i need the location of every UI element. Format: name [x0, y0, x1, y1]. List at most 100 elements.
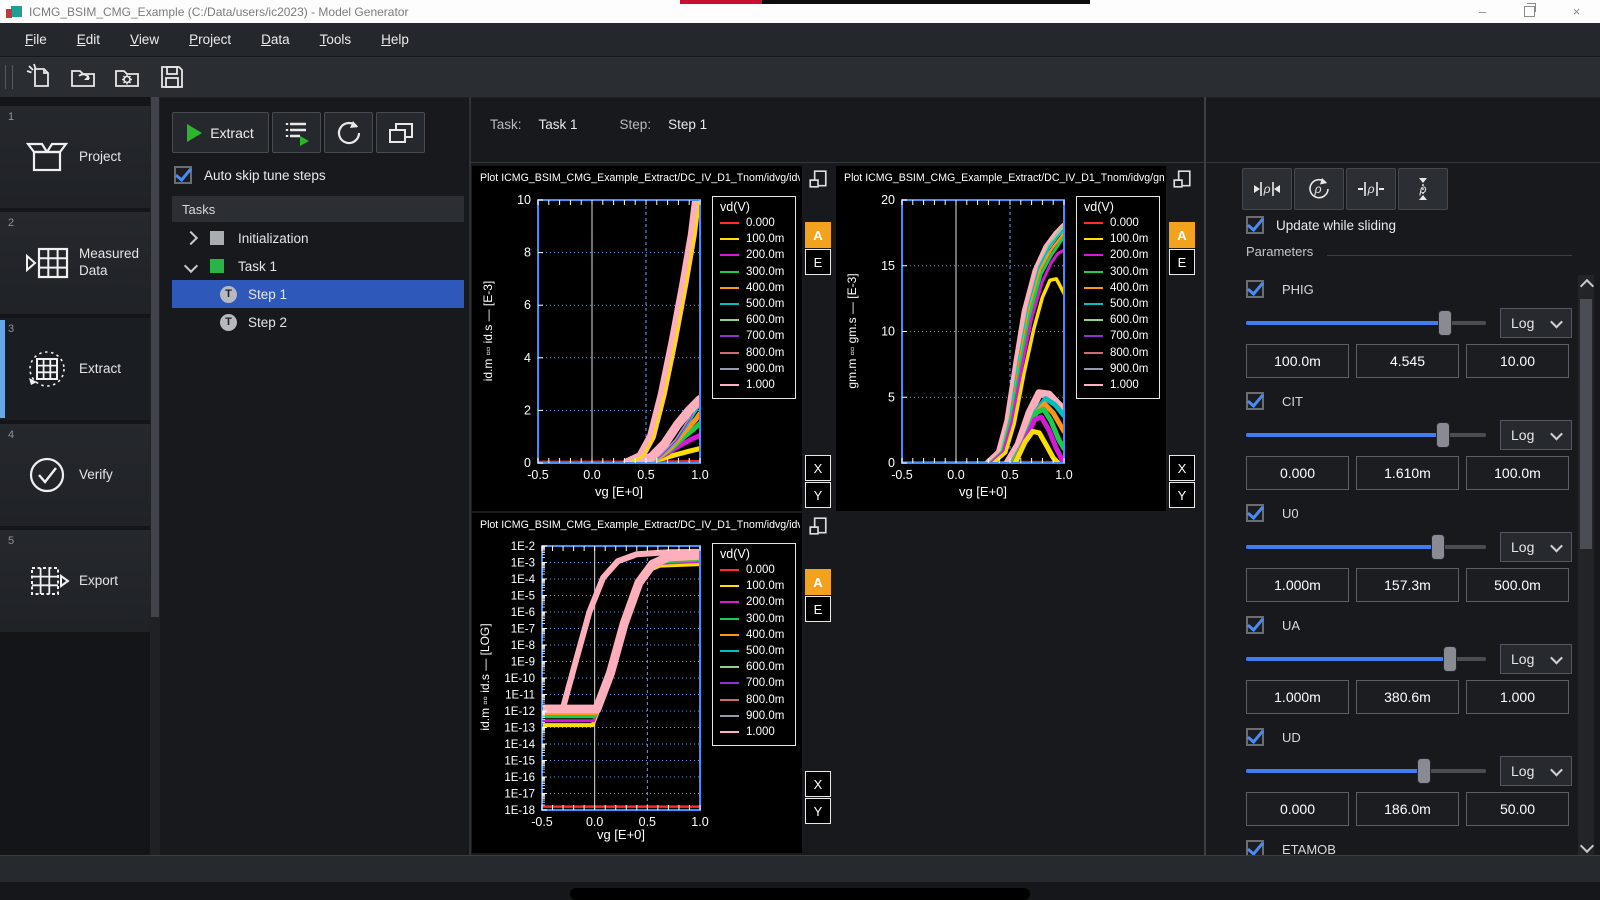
sidebar-item-extract[interactable]: 3 Extract: [0, 318, 150, 420]
menu-item-edit[interactable]: Edit: [62, 25, 115, 54]
scroll-up-icon[interactable]: [1580, 279, 1594, 293]
plot-expand-button[interactable]: [805, 166, 831, 192]
reset-parameter-button[interactable]: ρ: [1294, 168, 1344, 210]
max-value-field[interactable]: 50.00: [1466, 792, 1569, 826]
chevron-right-icon[interactable]: [184, 231, 198, 245]
min-value-field[interactable]: 100.0m: [1246, 344, 1349, 378]
slider-handle[interactable]: [1443, 646, 1457, 672]
chevron-down-icon[interactable]: [184, 259, 198, 273]
menu-item-file[interactable]: File: [10, 25, 62, 54]
scale-select[interactable]: Log: [1500, 756, 1572, 786]
divider: [470, 162, 1600, 163]
scale-select[interactable]: Log: [1500, 308, 1572, 338]
parameters-scrollbar[interactable]: [1578, 275, 1594, 855]
parameter-slider[interactable]: [1246, 646, 1486, 672]
sidebar-scrollbar[interactable]: [150, 97, 160, 855]
max-value-field[interactable]: 10.00: [1466, 344, 1569, 378]
auto-skip-checkbox[interactable]: [174, 166, 192, 184]
parameter-checkbox[interactable]: [1246, 840, 1264, 855]
scrollbar-thumb[interactable]: [1580, 299, 1592, 549]
menu-item-tools[interactable]: Tools: [305, 25, 367, 54]
minimize-button[interactable]: –: [1459, 0, 1506, 23]
panel-splitter[interactable]: [1204, 97, 1206, 855]
tree-item-step-2[interactable]: TStep 2: [172, 308, 464, 336]
bounds-button[interactable]: ρ: [1346, 168, 1396, 210]
current-value-field[interactable]: 4.545: [1356, 344, 1459, 378]
edit-plot-button[interactable]: E: [805, 249, 831, 275]
current-value-field[interactable]: 157.3m: [1356, 568, 1459, 602]
close-button[interactable]: ×: [1553, 0, 1600, 23]
min-value-field[interactable]: 0.000: [1246, 792, 1349, 826]
plot-gm[interactable]: Plot ICMG_BSIM_CMG_Example_Extract/DC_IV…: [836, 166, 1166, 511]
plot-idvg-log[interactable]: Plot ICMG_BSIM_CMG_Example_Extract/DC_IV…: [472, 513, 802, 853]
slider-handle[interactable]: [1436, 422, 1450, 448]
plot-expand-button[interactable]: [1169, 166, 1195, 192]
extract-button-label: Extract: [210, 125, 254, 141]
sidebar-item-export[interactable]: 5 Export: [0, 530, 150, 632]
sidebar-item-verify[interactable]: 4 Verify: [0, 424, 150, 526]
fit-range-button[interactable]: ρ: [1242, 168, 1292, 210]
scrollbar-thumb[interactable]: [151, 97, 159, 617]
plot-idvg[interactable]: Plot ICMG_BSIM_CMG_Example_Extract/DC_IV…: [472, 166, 802, 511]
parameter-slider[interactable]: [1246, 310, 1486, 336]
y-axis-button[interactable]: Y: [805, 798, 831, 824]
restore-button[interactable]: [1506, 0, 1553, 23]
open-project-button[interactable]: [65, 61, 103, 93]
max-value-field[interactable]: 1.000: [1466, 680, 1569, 714]
autoscale-button[interactable]: A: [1169, 222, 1195, 248]
min-value-field[interactable]: 0.000: [1246, 456, 1349, 490]
cascade-windows-button[interactable]: [376, 112, 425, 153]
max-value-field[interactable]: 500.0m: [1466, 568, 1569, 602]
run-list-button[interactable]: [272, 112, 321, 153]
menu-item-view[interactable]: View: [115, 25, 174, 54]
slider-handle[interactable]: [1438, 310, 1452, 336]
menu-item-project[interactable]: Project: [174, 25, 246, 54]
slider-handle[interactable]: [1417, 758, 1431, 784]
max-value-field[interactable]: 100.0m: [1466, 456, 1569, 490]
save-button[interactable]: [153, 61, 191, 93]
open-example-button[interactable]: [109, 61, 147, 93]
min-value-field[interactable]: 1.000m: [1246, 568, 1349, 602]
legend-line-icon: [1084, 368, 1103, 370]
edit-plot-button[interactable]: E: [1169, 249, 1195, 275]
min-value-field[interactable]: 1.000m: [1246, 680, 1349, 714]
parameter-checkbox[interactable]: [1246, 728, 1264, 746]
parameter-checkbox[interactable]: [1246, 616, 1264, 634]
scale-select[interactable]: Log: [1500, 420, 1572, 450]
parameter-slider[interactable]: [1246, 534, 1486, 560]
fit-vertical-button[interactable]: ρ: [1398, 168, 1448, 210]
parameter-checkbox[interactable]: [1246, 392, 1264, 410]
new-project-button[interactable]: [21, 61, 59, 93]
y-axis-button[interactable]: Y: [805, 482, 831, 508]
tree-item-task-1[interactable]: Task 1: [172, 252, 464, 280]
parameter-slider[interactable]: [1246, 422, 1486, 448]
menu-item-data[interactable]: Data: [246, 25, 305, 54]
parameter-slider[interactable]: [1246, 758, 1486, 784]
refresh-button[interactable]: [324, 112, 373, 153]
scale-select[interactable]: Log: [1500, 532, 1572, 562]
x-axis-button[interactable]: X: [805, 455, 831, 481]
edit-plot-button[interactable]: E: [805, 596, 831, 622]
y-axis-button[interactable]: Y: [1169, 482, 1195, 508]
tree-item-initialization[interactable]: Initialization: [172, 224, 464, 252]
menu-item-help[interactable]: Help: [366, 25, 424, 54]
x-axis-button[interactable]: X: [805, 771, 831, 797]
current-value-field[interactable]: 380.6m: [1356, 680, 1459, 714]
sidebar-item-project[interactable]: 1 Project: [0, 106, 150, 208]
tree-item-step-1[interactable]: TStep 1: [172, 280, 464, 308]
sidebar-item-measured-data[interactable]: 2 Measured Data: [0, 212, 150, 314]
slider-handle[interactable]: [1431, 534, 1445, 560]
update-while-sliding-checkbox[interactable]: [1246, 216, 1264, 234]
scale-select[interactable]: Log: [1500, 644, 1572, 674]
current-value-field[interactable]: 1.610m: [1356, 456, 1459, 490]
parameter-checkbox[interactable]: [1246, 504, 1264, 522]
autoscale-button[interactable]: A: [805, 569, 831, 595]
plot-expand-button[interactable]: [805, 513, 831, 539]
x-axis-button[interactable]: X: [1169, 455, 1195, 481]
current-value-field[interactable]: 186.0m: [1356, 792, 1459, 826]
extract-run-button[interactable]: Extract: [172, 112, 269, 153]
parameter-checkbox[interactable]: [1246, 280, 1264, 298]
autoscale-button[interactable]: A: [805, 222, 831, 248]
toolbar-drag-handle[interactable]: [5, 65, 13, 89]
scroll-down-icon[interactable]: [1580, 839, 1594, 853]
